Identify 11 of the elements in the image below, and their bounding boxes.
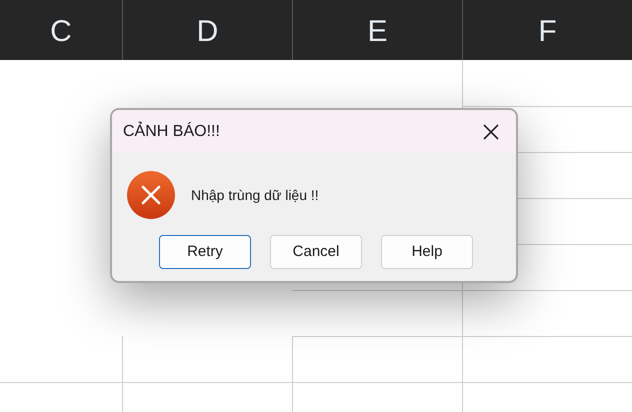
column-header[interactable]: E [292, 0, 462, 60]
dialog-button[interactable]: Retry [159, 235, 251, 269]
dialog-button[interactable]: Cancel [270, 235, 362, 269]
column-header[interactable]: D [122, 0, 292, 60]
close-icon [482, 122, 500, 140]
error-icon [127, 171, 175, 219]
column-header[interactable]: F [462, 0, 632, 60]
dialog-title: CẢNH BÁO!!! [123, 120, 220, 142]
column-header[interactable]: C [0, 0, 122, 60]
dialog-button[interactable]: Help [381, 235, 473, 269]
message-text: Nhập trùng dữ liệu !! [191, 186, 319, 205]
